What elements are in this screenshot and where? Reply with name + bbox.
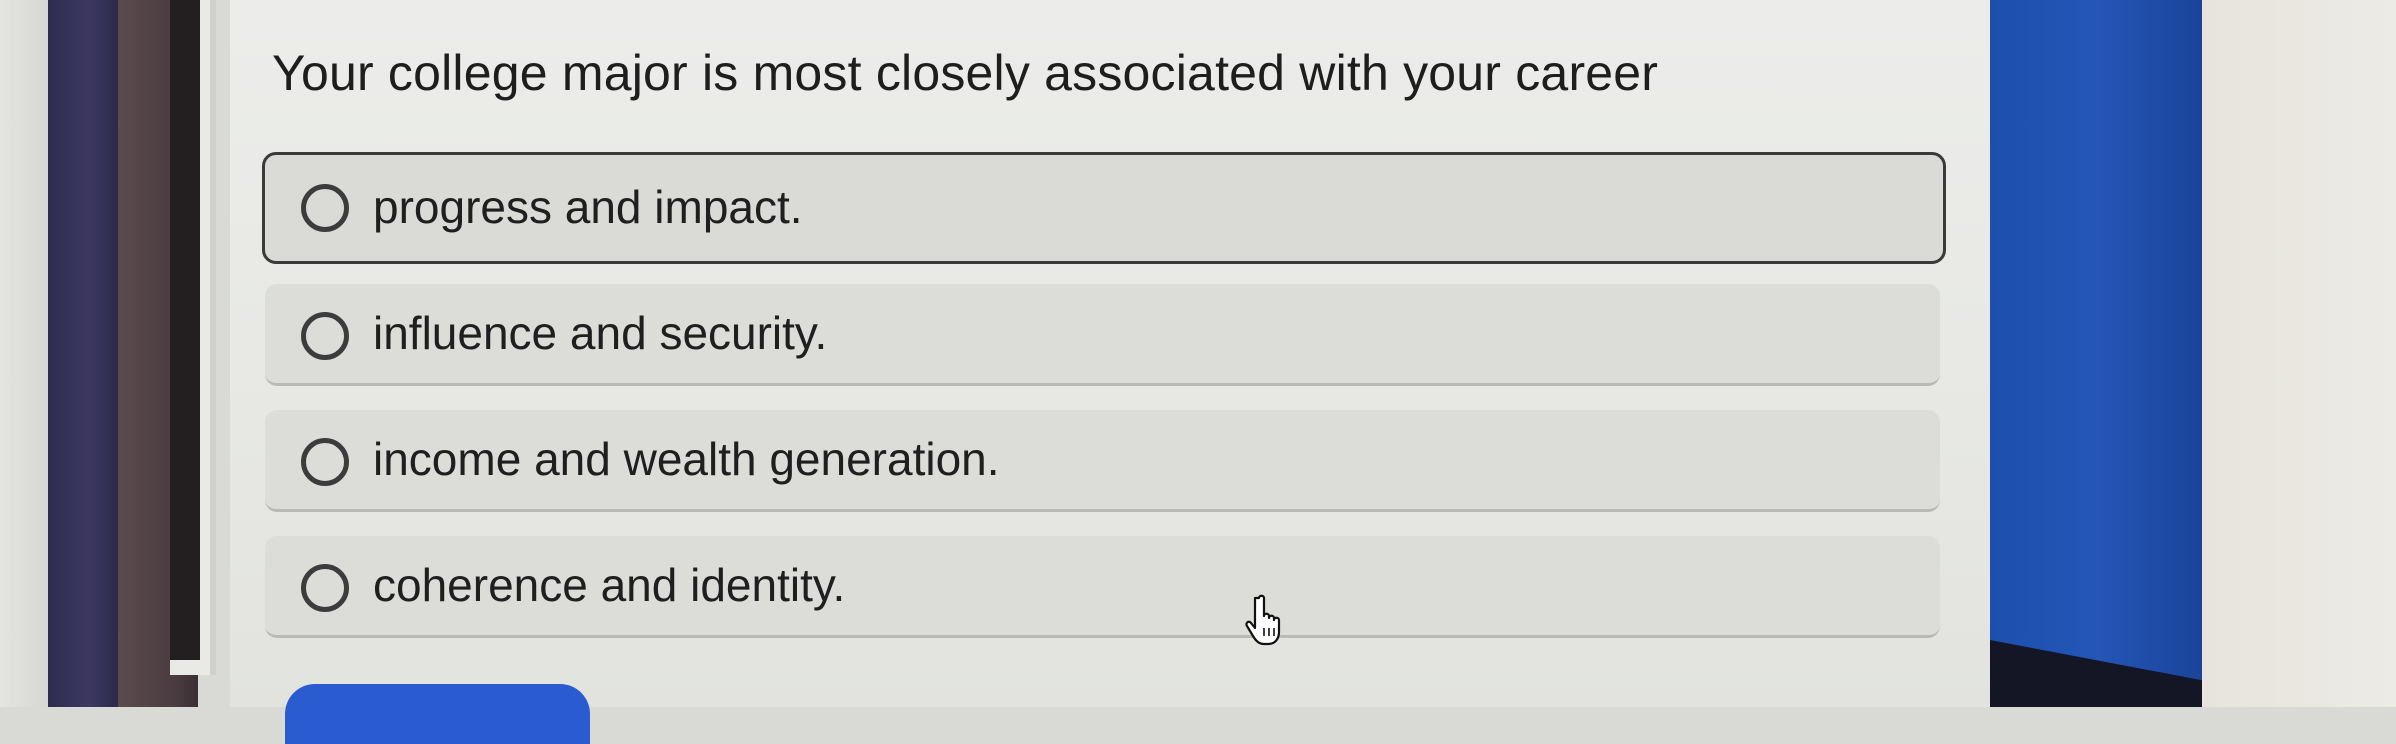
question-text: Your college major is most closely assoc… xyxy=(272,45,1659,101)
answer-option-label: progress and impact. xyxy=(373,180,803,233)
radio-unselected-icon[interactable] xyxy=(301,437,349,486)
background-right-blue-strip xyxy=(1990,0,2202,707)
answer-option-1[interactable]: progress and impact. xyxy=(262,152,1946,264)
background-left-navy-strip xyxy=(48,0,118,707)
radio-unselected-icon[interactable] xyxy=(301,311,349,360)
radio-unselected-icon[interactable] xyxy=(301,184,349,232)
answer-option-label: influence and security. xyxy=(373,306,828,359)
submit-button[interactable] xyxy=(285,684,590,744)
hand-pointer-icon xyxy=(1245,594,1281,646)
question-panel: Your college major is most closely assoc… xyxy=(230,0,1990,744)
radio-unselected-icon[interactable] xyxy=(301,563,349,612)
answer-option-2[interactable]: influence and security. xyxy=(265,284,1940,386)
background-left-dark-strip xyxy=(170,0,200,660)
background-right-edge xyxy=(2202,0,2396,707)
answer-option-4[interactable]: coherence and identity. xyxy=(265,536,1940,638)
background-left-edge xyxy=(0,0,48,707)
answer-option-3[interactable]: income and wealth generation. xyxy=(265,410,1940,512)
answer-option-label: income and wealth generation. xyxy=(373,432,1000,485)
answer-option-label: coherence and identity. xyxy=(373,558,846,611)
